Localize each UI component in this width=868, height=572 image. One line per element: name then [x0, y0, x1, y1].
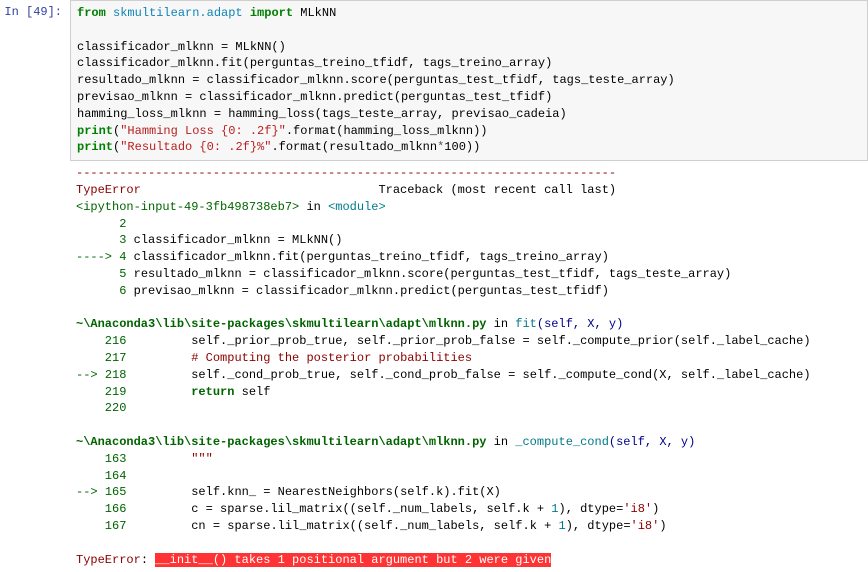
lineno: 163	[76, 452, 126, 466]
code-context: resultado_mlknn = classificador_mlknn.sc…	[126, 267, 731, 281]
code-text: ))	[466, 140, 480, 154]
code-context: previsao_mlknn = classificador_mlknn.pre…	[126, 284, 608, 298]
builtin-print: print	[77, 140, 113, 154]
frame-module: <module>	[328, 200, 386, 214]
code-context: cn = sparse.lil_matrix((self._num_labels…	[126, 519, 558, 533]
string-literal: "Resultado {0: .2f}%"	[120, 140, 271, 154]
code-context	[126, 217, 133, 231]
output-prompt	[0, 161, 70, 169]
string-literal: "Hamming Loss {0: .2f}"	[120, 124, 286, 138]
colon: :	[141, 553, 155, 567]
code-context: ), dtype=	[559, 502, 624, 516]
lineno: 167	[76, 519, 126, 533]
frame-args: (self, X, y)	[609, 435, 695, 449]
string-literal: 'i8'	[631, 519, 660, 533]
code-context	[126, 452, 191, 466]
arrow: -->	[76, 368, 105, 382]
code-context: self	[234, 385, 270, 399]
number: 1	[551, 502, 558, 516]
builtin-print: print	[77, 124, 113, 138]
frame-in: in	[299, 200, 328, 214]
frame-path: ~\Anaconda3\lib\site-packages\skmultilea…	[76, 317, 486, 331]
code-context	[126, 401, 133, 415]
code-context: )	[659, 519, 666, 533]
code-context: classificador_mlknn.fit(perguntas_treino…	[126, 250, 608, 264]
lineno: 164	[76, 469, 126, 483]
error-name: TypeError	[76, 183, 141, 197]
keyword-from: from	[77, 6, 106, 20]
error-message: __init__() takes 1 positional argument b…	[155, 553, 551, 567]
code-line: classificador_mlknn.fit(perguntas_treino…	[77, 56, 552, 70]
code-cell: In [49]: from skmultilearn.adapt import …	[0, 0, 868, 161]
frame-in: in	[486, 317, 515, 331]
code-context: classificador_mlknn = MLkNN()	[126, 233, 342, 247]
docstring: """	[191, 452, 213, 466]
code-line: previsao_mlknn = classificador_mlknn.pre…	[77, 90, 552, 104]
import-name: MLkNN	[300, 6, 336, 20]
lineno: 217	[76, 351, 126, 365]
traceback-output: ----------------------------------------…	[70, 161, 868, 572]
input-prompt: In [49]:	[0, 0, 70, 25]
lineno: 3	[76, 233, 126, 247]
code-context: self._prior_prob_true, self._prior_prob_…	[126, 334, 810, 348]
code-text: .format(resultado_mlknn	[271, 140, 437, 154]
code-context: ), dtype=	[566, 519, 631, 533]
code-line: classificador_mlknn = MLkNN()	[77, 40, 286, 54]
code-context: self.knn_ = NearestNeighbors(self.k).fit…	[126, 485, 500, 499]
lineno: 218	[105, 368, 127, 382]
frame-args: (self, X, y)	[537, 317, 623, 331]
frame-function: fit	[515, 317, 537, 331]
frame-location: <ipython-input-49-3fb498738eb7>	[76, 200, 299, 214]
code-context	[126, 469, 133, 483]
number: 1	[559, 519, 566, 533]
traceback-separator: ----------------------------------------…	[76, 166, 616, 180]
lineno: 220	[76, 401, 126, 415]
code-line: hamming_loss_mlknn = hamming_loss(tags_t…	[77, 107, 567, 121]
lineno: 216	[76, 334, 126, 348]
traceback-header: Traceback (most recent call last)	[141, 183, 616, 197]
code-context	[126, 385, 191, 399]
frame-in: in	[486, 435, 515, 449]
frame-function: _compute_cond	[515, 435, 609, 449]
lineno: 219	[76, 385, 126, 399]
lineno: 6	[76, 284, 126, 298]
comment: # Computing the posterior probabilities	[191, 351, 472, 365]
error-name-final: TypeError	[76, 553, 141, 567]
frame-path: ~\Anaconda3\lib\site-packages\skmultilea…	[76, 435, 486, 449]
number: 100	[444, 140, 466, 154]
code-context: c = sparse.lil_matrix((self._num_labels,…	[126, 502, 551, 516]
keyword-return: return	[191, 385, 234, 399]
module-name: skmultilearn.adapt	[113, 6, 243, 20]
string-literal: 'i8'	[623, 502, 652, 516]
code-context: )	[652, 502, 659, 516]
code-text: .format(hamming_loss_mlknn))	[286, 124, 488, 138]
arrow: -->	[76, 485, 105, 499]
code-input[interactable]: from skmultilearn.adapt import MLkNN cla…	[70, 0, 868, 161]
code-line: resultado_mlknn = classificador_mlknn.sc…	[77, 73, 675, 87]
code-context: self._cond_prob_true, self._cond_prob_fa…	[126, 368, 810, 382]
code-context	[126, 351, 191, 365]
lineno: 166	[76, 502, 126, 516]
arrow: ---->	[76, 250, 119, 264]
lineno: 165	[105, 485, 127, 499]
lineno: 2	[76, 217, 126, 231]
output-cell: ----------------------------------------…	[0, 161, 868, 572]
keyword-import: import	[250, 6, 293, 20]
lineno: 5	[76, 267, 126, 281]
